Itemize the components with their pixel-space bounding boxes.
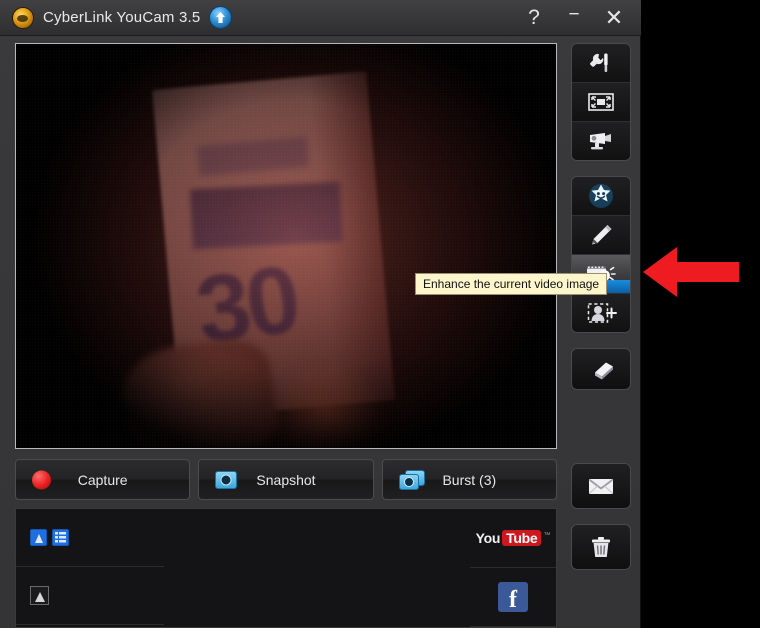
fullscreen-button[interactable] <box>572 83 630 122</box>
youcam-logo-icon <box>12 6 34 29</box>
gallery-share-column: You Tube ™ f <box>470 509 556 627</box>
close-button[interactable]: ✕ <box>601 6 627 29</box>
youcam-window: CyberLink YouCam 3.5 ? − ✕ 30 <box>0 0 641 628</box>
video-filter-icon[interactable] <box>52 529 69 546</box>
face-add-icon <box>587 303 617 323</box>
envelope-icon <box>589 479 613 494</box>
upgrade-arrow-icon[interactable] <box>209 6 233 29</box>
facebook-share-button[interactable]: f <box>470 568 556 627</box>
face-login-button[interactable] <box>572 294 630 332</box>
youtube-tube-label: Tube <box>502 530 542 546</box>
actions-rail <box>571 463 631 585</box>
burst-camera-icon <box>398 469 427 490</box>
window-title: CyberLink YouCam 3.5 <box>43 9 201 26</box>
capture-toolbar: Capture Snapshot Burst (3) <box>15 459 557 500</box>
email-button[interactable] <box>571 463 631 509</box>
effects-group <box>571 176 631 333</box>
desktop-background: CyberLink YouCam 3.5 ? − ✕ 30 <box>0 0 760 628</box>
gallery-left-column <box>16 509 164 627</box>
gallery-thumbnail-row[interactable] <box>16 567 164 625</box>
burst-button[interactable]: Burst (3) <box>381 459 557 500</box>
eraser-icon <box>595 362 613 380</box>
webcam-button[interactable] <box>572 122 630 160</box>
settings-group <box>571 43 631 161</box>
fullscreen-icon <box>588 93 614 111</box>
title-bar: CyberLink YouCam 3.5 ? − ✕ <box>0 0 641 36</box>
webcam-image: 30 <box>16 44 556 448</box>
youtube-share-button[interactable]: You Tube ™ <box>470 509 556 568</box>
delete-button[interactable] <box>571 524 631 570</box>
gallery-filter-row <box>16 509 164 567</box>
pencil-icon <box>592 225 612 245</box>
window-controls: ? − ✕ <box>521 5 641 29</box>
capture-button-label: Capture <box>77 471 128 488</box>
burst-button-label: Burst (3) <box>442 471 497 488</box>
youtube-you-label: You <box>475 530 501 546</box>
snapshot-button[interactable]: Snapshot <box>198 459 374 500</box>
sensor-noise-overlay <box>16 44 556 448</box>
tools-rail <box>571 43 631 405</box>
photo-thumbnail-icon[interactable] <box>30 586 49 605</box>
snapshot-button-label: Snapshot <box>256 471 316 488</box>
facebook-icon: f <box>498 582 528 612</box>
webcam-icon <box>590 133 611 150</box>
trash-icon <box>592 537 610 557</box>
settings-wrench-icon <box>590 53 608 72</box>
settings-button[interactable] <box>572 44 630 83</box>
draw-button[interactable] <box>572 216 630 255</box>
minimize-button[interactable]: − <box>561 5 587 24</box>
help-button[interactable]: ? <box>521 7 547 28</box>
up-arrow-glyph <box>216 12 226 23</box>
red-arrow-icon <box>643 247 739 297</box>
media-gallery: You Tube ™ f <box>15 508 557 628</box>
photo-filter-icon[interactable] <box>30 529 47 546</box>
video-preview[interactable]: 30 <box>15 43 557 449</box>
camera-icon <box>215 470 238 489</box>
red-arrow-annotation <box>641 243 741 306</box>
eraser-button[interactable] <box>571 348 631 390</box>
avatar-star-face-icon <box>589 184 613 208</box>
enhance-tooltip: Enhance the current video image <box>415 273 608 295</box>
capture-button[interactable]: Capture <box>15 459 191 500</box>
youtube-tm-mark: ™ <box>543 532 551 539</box>
record-dot-icon <box>32 470 51 489</box>
avatar-effects-button[interactable] <box>572 177 630 216</box>
